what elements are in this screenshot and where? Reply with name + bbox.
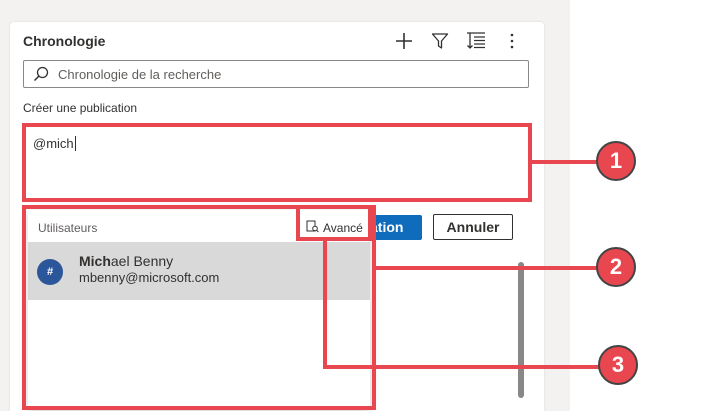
highlight-box-1 — [22, 123, 532, 202]
highlight-box-3 — [296, 205, 372, 241]
more-icon[interactable] — [501, 30, 523, 52]
callout-1: 1 — [596, 141, 636, 181]
scrollbar[interactable] — [518, 262, 524, 398]
compose-label: Créer une publication — [23, 101, 138, 115]
leader-line-3-vertical — [323, 239, 327, 369]
search-placeholder: Chronologie de la recherche — [58, 67, 222, 82]
leader-line-1 — [532, 160, 598, 164]
filter-icon[interactable] — [429, 30, 451, 52]
plus-icon[interactable] — [393, 30, 415, 52]
panel-title: Chronologie — [23, 33, 106, 49]
sort-icon[interactable] — [465, 30, 487, 52]
leader-line-2 — [376, 266, 598, 270]
cancel-button[interactable]: Annuler — [433, 214, 513, 240]
leader-line-3-horizontal — [323, 365, 600, 369]
callout-3: 3 — [598, 345, 638, 385]
callout-2: 2 — [596, 247, 636, 287]
search-icon — [33, 66, 49, 87]
search-input[interactable]: Chronologie de la recherche — [23, 60, 529, 88]
cancel-button-label: Annuler — [446, 219, 500, 235]
